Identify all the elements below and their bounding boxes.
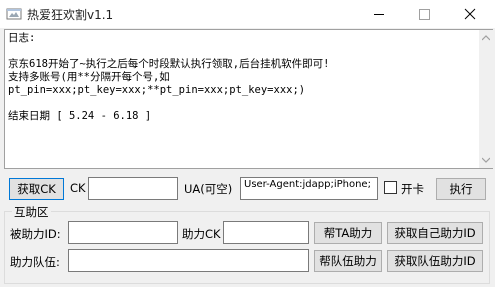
chevron-up-icon[interactable] <box>482 35 490 41</box>
minimize-button[interactable] <box>356 0 402 28</box>
log-blank-line <box>8 45 476 58</box>
get-ck-button[interactable]: 获取CK <box>9 178 64 200</box>
maximize-icon <box>419 9 430 20</box>
ua-input[interactable]: User-Agent:jdapp;iPhone; <box>240 177 378 200</box>
close-button[interactable] <box>447 0 493 28</box>
ua-label: UA(可空) <box>184 182 233 196</box>
help-ck-label: 助力CK <box>182 227 221 241</box>
open-card-label: 开卡 <box>401 182 424 196</box>
help-team-button[interactable]: 帮队伍助力 <box>314 250 382 272</box>
get-team-id-button[interactable]: 获取队伍助力ID <box>387 250 483 272</box>
helped-id-label: 被助力ID: <box>10 227 61 241</box>
ck-label: CK <box>70 181 86 195</box>
window-title: 热爱狂欢割v1.1 <box>27 8 114 22</box>
log-scrollbar[interactable] <box>479 29 493 169</box>
team-input[interactable] <box>68 249 309 272</box>
minimize-icon <box>374 14 384 15</box>
log-line: 日志: <box>8 32 36 44</box>
execute-button[interactable]: 执行 <box>436 178 486 200</box>
ck-input[interactable] <box>88 177 178 200</box>
log-line: 结束日期 [ 5.24 - 6.18 ] <box>8 110 152 122</box>
chevron-down-icon[interactable] <box>482 157 490 163</box>
open-card-checkbox[interactable] <box>384 181 397 194</box>
close-icon <box>464 8 476 20</box>
helped-id-input[interactable] <box>68 221 178 244</box>
log-blank-line <box>8 97 476 110</box>
title-bar[interactable]: 热爱狂欢割v1.1 <box>0 0 495 28</box>
log-line: 京东618开始了~执行之后每个时段默认执行领取,后台挂机软件即可! <box>8 58 330 70</box>
log-textarea[interactable]: 日志: 京东618开始了~执行之后每个时段默认执行领取,后台挂机软件即可! 支持… <box>4 29 480 169</box>
log-line: pt_pin=xxx;pt_key=xxx;**pt_pin=xxx;pt_ke… <box>8 84 306 96</box>
maximize-button[interactable] <box>401 0 447 28</box>
app-window: 热爱狂欢割v1.1 日志: 京东618开始了~执行之后每个时段默认执行领取,后台… <box>0 0 495 287</box>
help-ta-button[interactable]: 帮TA助力 <box>314 222 382 244</box>
assist-group-title: 互助区 <box>12 204 51 220</box>
get-own-id-button[interactable]: 获取自己助力ID <box>387 222 483 244</box>
log-line: 支持多账号(用**分隔开每个号,如 <box>8 71 170 83</box>
team-label: 助力队伍: <box>10 255 60 269</box>
app-icon <box>6 8 22 20</box>
help-ck-input[interactable] <box>223 221 309 244</box>
